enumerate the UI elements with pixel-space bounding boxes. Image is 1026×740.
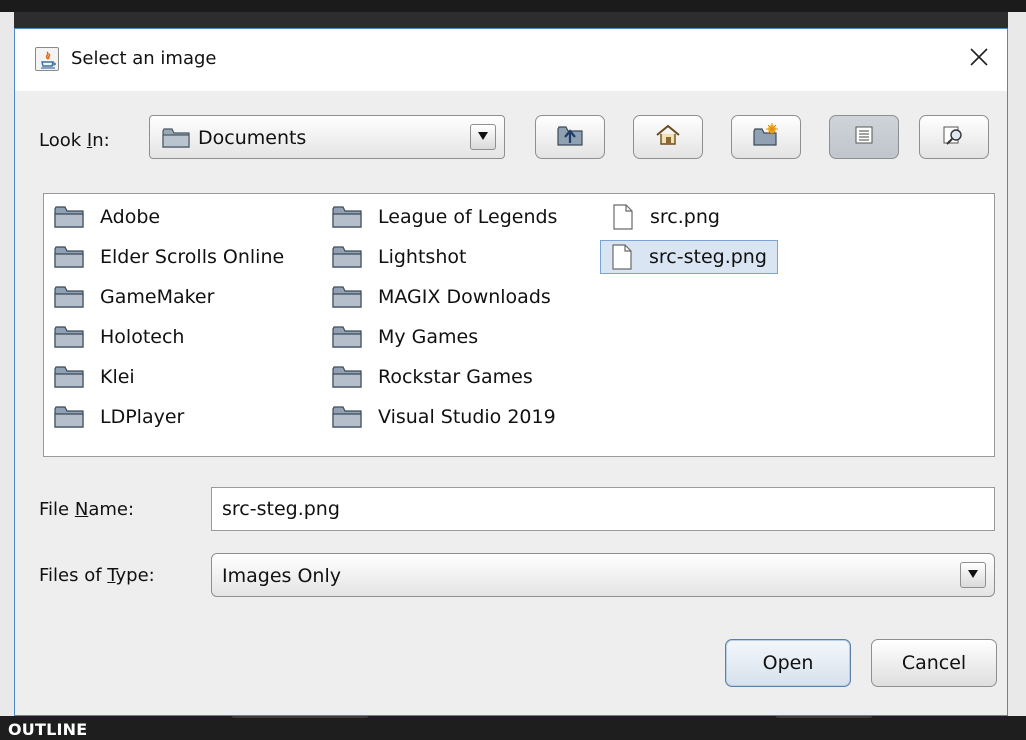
file-item-label: Klei [100,366,135,388]
folder-icon [332,205,370,229]
folder-list-item[interactable]: Elder Scrolls Online [54,240,284,274]
files-of-type-dropdown-button[interactable] [960,562,986,588]
home-icon [654,123,682,152]
file-item-label: Holotech [100,326,185,348]
folder-icon [54,405,92,429]
look-in-combo[interactable]: Documents [149,115,505,159]
look-in-label: Look In: [39,130,110,151]
file-item-label: Elder Scrolls Online [100,246,285,268]
file-item-label: Visual Studio 2019 [378,406,556,428]
file-item-label: LDPlayer [100,406,185,428]
open-button[interactable]: Open [725,639,851,687]
file-icon [612,204,642,230]
up-one-level-button[interactable] [535,115,605,159]
file-item-label: Rockstar Games [378,366,533,388]
file-item-label: src.png [650,206,720,228]
new-folder-button[interactable] [731,115,801,159]
up-one-level-icon [556,123,584,152]
background-window-left [0,12,14,716]
folder-icon [332,245,370,269]
folder-icon [54,365,92,389]
folder-list-item[interactable]: My Games [332,320,478,354]
folder-list-item[interactable]: Klei [54,360,135,394]
folder-icon [332,285,370,309]
home-button[interactable] [633,115,703,159]
file-item-label: GameMaker [100,286,215,308]
folder-icon [332,405,370,429]
folder-list-item[interactable]: Rockstar Games [332,360,533,394]
look-in-dropdown-button[interactable] [470,124,496,150]
folder-icon [332,365,370,389]
folder-icon [54,285,92,309]
file-list-item[interactable]: src.png [612,200,720,234]
file-item-label: Lightshot [378,246,467,268]
folder-list-item[interactable]: MAGIX Downloads [332,280,551,314]
folder-list-item[interactable]: LDPlayer [54,400,184,434]
file-name-input[interactable] [211,487,995,531]
java-app-icon [35,47,59,71]
chevron-down-icon [477,128,489,146]
list-view-icon [853,125,875,150]
details-view-icon [942,124,966,151]
files-of-type-label: Files of Type: [39,565,155,586]
folder-list-item[interactable]: Holotech [54,320,184,354]
folder-icon [54,205,92,229]
new-folder-icon [752,122,780,152]
chevron-down-icon [967,566,979,584]
folder-icon [332,325,370,349]
look-in-value: Documents [198,127,307,149]
details-view-button[interactable] [919,115,989,159]
close-button[interactable] [959,39,999,79]
folder-list-item[interactable]: Lightshot [332,240,466,274]
folder-icon [54,245,92,269]
folder-list-item[interactable]: Adobe [54,200,160,234]
folder-list-item[interactable]: GameMaker [54,280,214,314]
background-window-right [1008,12,1026,716]
file-name-label: File Name: [39,499,135,520]
close-icon [969,47,989,72]
background-bottom-panel [0,716,1026,740]
file-item-label: MAGIX Downloads [378,286,551,308]
dialog-titlebar: Select an image [15,29,1007,91]
outline-panel-label: OUTLINE [8,720,88,739]
dialog-title: Select an image [71,48,217,69]
files-of-type-value: Images Only [222,565,341,587]
folder-icon [162,127,190,154]
file-icon [611,244,641,270]
files-of-type-combo[interactable]: Images Only [211,553,995,597]
folder-list-item[interactable]: Visual Studio 2019 [332,400,556,434]
select-image-dialog: Select an image Look In: Documents Adobe… [14,28,1008,716]
file-item-label: Adobe [100,206,161,228]
file-item-label: My Games [378,326,479,348]
background-titlebar [0,0,1026,12]
file-list[interactable]: Adobe Elder Scrolls Online GameMaker Holote… [43,193,995,457]
file-item-label: src-steg.png [649,246,767,268]
cancel-button[interactable]: Cancel [871,639,997,687]
file-list-item[interactable]: src-steg.png [600,240,778,274]
list-view-button[interactable] [829,115,899,159]
file-item-label: League of Legends [378,206,558,228]
folder-icon [54,325,92,349]
folder-list-item[interactable]: League of Legends [332,200,557,234]
